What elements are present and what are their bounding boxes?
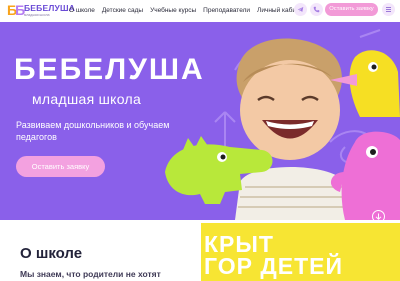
child-face xyxy=(240,60,340,160)
nav-item-courses[interactable]: Учебные курсы xyxy=(150,6,196,15)
menu-icon-line xyxy=(386,9,391,10)
scroll-down-icon[interactable] xyxy=(372,210,385,220)
telegram-button[interactable] xyxy=(294,3,307,16)
logo-mark-letter-1: Б xyxy=(7,2,17,18)
hero-subtitle: младшая школа xyxy=(32,91,142,107)
nav-item-teachers[interactable]: Преподаватели xyxy=(203,6,250,15)
telegram-icon xyxy=(297,7,304,12)
promo-text: КРЫТ ГОР ДЕТЕЙ xyxy=(204,231,344,279)
nav-item-kindergartens[interactable]: Детские сады xyxy=(102,6,143,15)
logo-name: БЕБЕЛУША xyxy=(24,3,76,13)
yellow-duck xyxy=(349,50,400,117)
logo-mark-letter-2: Б xyxy=(15,2,25,18)
hero-title: БЕБЕЛУША xyxy=(14,53,205,86)
menu-icon-line xyxy=(386,11,391,12)
pink-creature-pupil xyxy=(370,149,376,155)
phone-button[interactable] xyxy=(310,3,323,16)
site-header: ББ БЕБЕЛУША младшая школа О школе Детски… xyxy=(0,0,400,22)
pink-creature xyxy=(341,131,400,220)
hero-tagline: Развиваем дошкольников и обучаем педагог… xyxy=(16,120,170,142)
child-shirt xyxy=(235,167,350,220)
menu-button[interactable] xyxy=(382,3,395,16)
main-nav: О школе Детские сады Учебные курсы Препо… xyxy=(69,6,313,15)
promo-banner: КРЫТ ГОР ДЕТЕЙ xyxy=(201,223,400,281)
about-section: О школе Мы знаем, что родители не хотят … xyxy=(0,220,400,281)
line-decor xyxy=(359,29,381,38)
about-text: Мы знаем, что родители не хотят xyxy=(20,269,161,279)
logo-mark: ББ xyxy=(7,2,25,18)
hero-section: БЕБЕЛУША младшая школа Развиваем дошколь… xyxy=(0,22,400,220)
logo[interactable]: ББ БЕБЕЛУША младшая школа xyxy=(7,2,75,20)
request-button-header[interactable]: Оставить заявку xyxy=(325,3,378,16)
about-title: О школе xyxy=(20,245,83,262)
request-button-hero[interactable]: Оставить заявку xyxy=(16,156,105,177)
logo-subtitle: младшая школа xyxy=(24,13,50,17)
dino-pupil xyxy=(220,154,226,160)
phone-icon xyxy=(313,6,320,13)
menu-icon-line xyxy=(386,7,391,8)
nav-item-about[interactable]: О школе xyxy=(69,6,95,15)
duck-pupil xyxy=(371,64,377,70)
